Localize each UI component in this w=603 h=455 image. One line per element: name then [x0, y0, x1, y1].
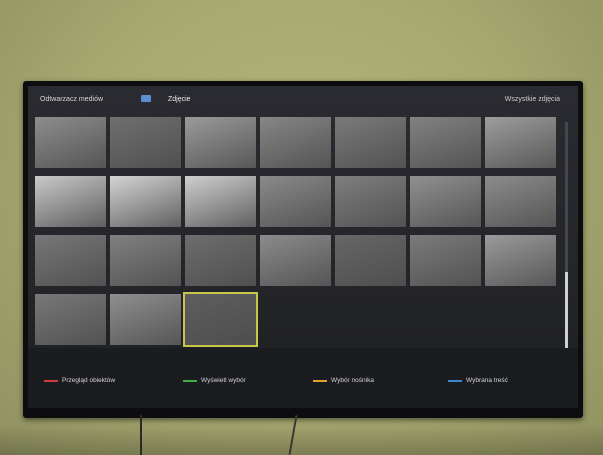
- photo-thumbnail[interactable]: [410, 117, 481, 168]
- photo-grid: [35, 117, 560, 349]
- photo-image: [335, 117, 406, 168]
- color-key-icon: [44, 380, 58, 382]
- photo-image: [335, 235, 406, 286]
- scrollbar-knob[interactable]: [565, 272, 568, 352]
- photo-thumbnail[interactable]: [110, 117, 181, 168]
- photo-image: [35, 117, 106, 168]
- photo-image: [260, 235, 331, 286]
- photo-thumbnail[interactable]: [260, 117, 331, 168]
- scrollbar[interactable]: [565, 122, 568, 356]
- photo-image: [35, 294, 106, 345]
- floor-shadow: [0, 425, 603, 455]
- photo-thumbnail[interactable]: [110, 235, 181, 286]
- photo-image: [260, 176, 331, 227]
- hint-label: Wyświetl wybór: [201, 377, 246, 384]
- top-bar: Odtwarzacz mediów Zdjęcie Wszystkie zdję…: [28, 86, 578, 112]
- photo-thumbnail[interactable]: [35, 294, 106, 345]
- color-key-icon: [183, 380, 197, 382]
- photo-image: [110, 117, 181, 168]
- photo-image: [35, 176, 106, 227]
- photo-image: [485, 176, 556, 227]
- photo-thumbnail[interactable]: [335, 235, 406, 286]
- photo-thumbnail[interactable]: [260, 235, 331, 286]
- color-key-icon: [313, 380, 327, 382]
- hint-label: Wybór nośnika: [331, 377, 374, 384]
- hint-label: Przegląd obiektów: [62, 377, 116, 384]
- cable-left: [140, 415, 142, 455]
- photo-image: [35, 235, 106, 286]
- folder-icon: [141, 95, 151, 102]
- photo-thumbnail[interactable]: [35, 176, 106, 227]
- photo-thumbnail[interactable]: [35, 117, 106, 168]
- photo-image: [185, 176, 256, 227]
- photo-image: [110, 176, 181, 227]
- photo-image: [110, 294, 181, 345]
- color-key-icon: [448, 380, 462, 382]
- photo-image: [185, 117, 256, 168]
- photo-image: [260, 117, 331, 168]
- photo-image: [410, 235, 481, 286]
- bottom-hint-bar: Przegląd obiektów Wyświetl wybór Wybór noś…: [28, 348, 578, 408]
- photo-image: [410, 176, 481, 227]
- photo-thumbnail[interactable]: [485, 176, 556, 227]
- photo-thumbnail[interactable]: [335, 176, 406, 227]
- photo-image: [185, 294, 256, 345]
- app-title: Odtwarzacz mediów: [40, 96, 104, 103]
- photo-thumbnail[interactable]: [410, 235, 481, 286]
- photo-thumbnail[interactable]: [185, 117, 256, 168]
- photo-thumbnail[interactable]: [485, 117, 556, 168]
- photo-thumbnail[interactable]: [35, 235, 106, 286]
- photo-thumbnail[interactable]: [260, 176, 331, 227]
- photo-thumbnail[interactable]: [183, 292, 258, 347]
- photo-thumbnail[interactable]: [185, 235, 256, 286]
- photo-image: [110, 235, 181, 286]
- photo-thumbnail[interactable]: [410, 176, 481, 227]
- photo-thumbnail[interactable]: [335, 117, 406, 168]
- photo-image: [185, 235, 256, 286]
- photo-thumbnail[interactable]: [485, 235, 556, 286]
- photo-image: [485, 235, 556, 286]
- photo-thumbnail[interactable]: [185, 176, 256, 227]
- breadcrumb[interactable]: Zdjęcie: [168, 96, 191, 103]
- photo-thumbnail[interactable]: [110, 294, 181, 345]
- photo-thumbnail[interactable]: [110, 176, 181, 227]
- photo-image: [335, 176, 406, 227]
- tv-screen: Odtwarzacz mediów Zdjęcie Wszystkie zdję…: [28, 86, 578, 408]
- photo-image: [485, 117, 556, 168]
- photo-image: [410, 117, 481, 168]
- filter-label[interactable]: Wszystkie zdjęcia: [505, 96, 560, 103]
- hint-label: Wybrana treść: [466, 377, 508, 384]
